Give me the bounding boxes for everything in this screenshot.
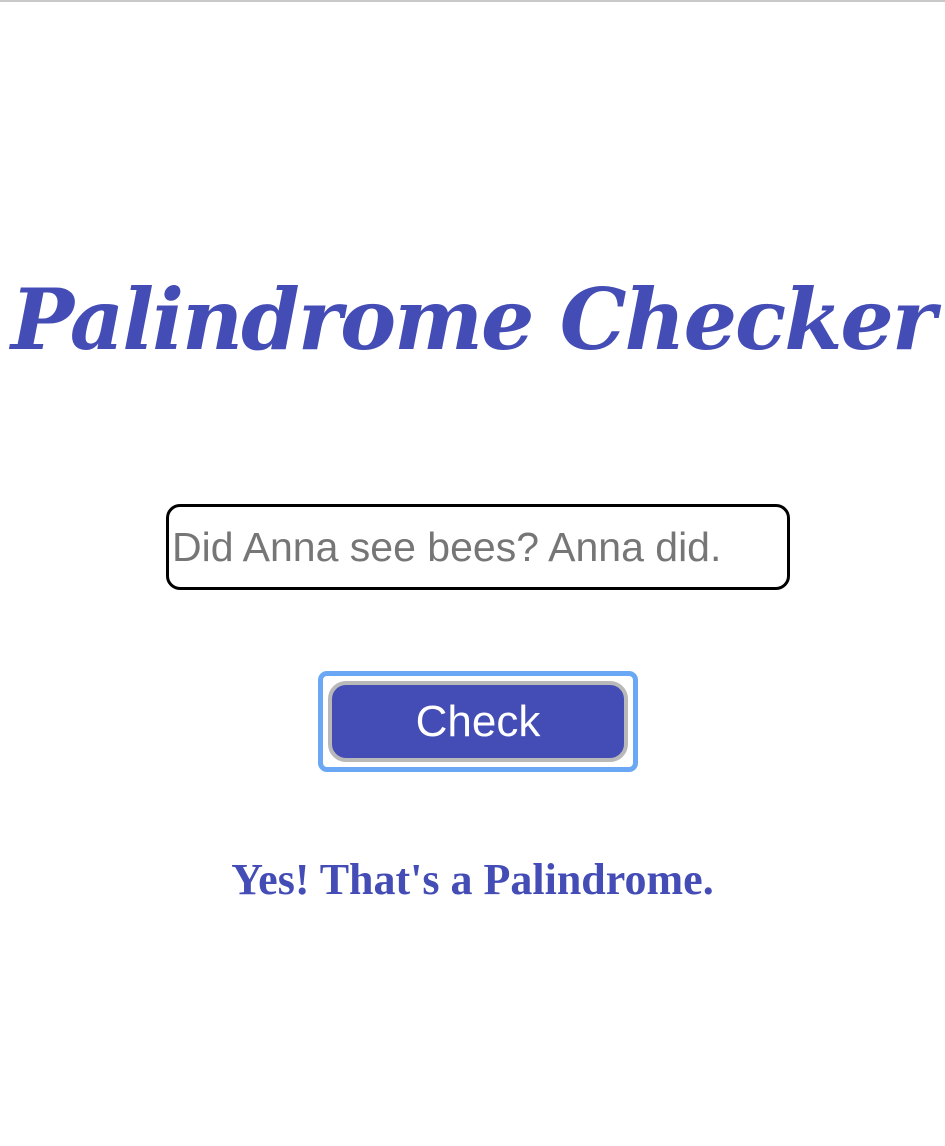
browser-viewport: Palindrome Checker Check Yes! That's a P… bbox=[0, 0, 945, 1146]
text-input[interactable] bbox=[169, 507, 787, 587]
check-button[interactable]: Check bbox=[328, 681, 628, 762]
text-input-container bbox=[166, 504, 790, 590]
result-message: Yes! That's a Palindrome. bbox=[231, 855, 714, 904]
page-title: Palindrome Checker bbox=[10, 270, 936, 369]
